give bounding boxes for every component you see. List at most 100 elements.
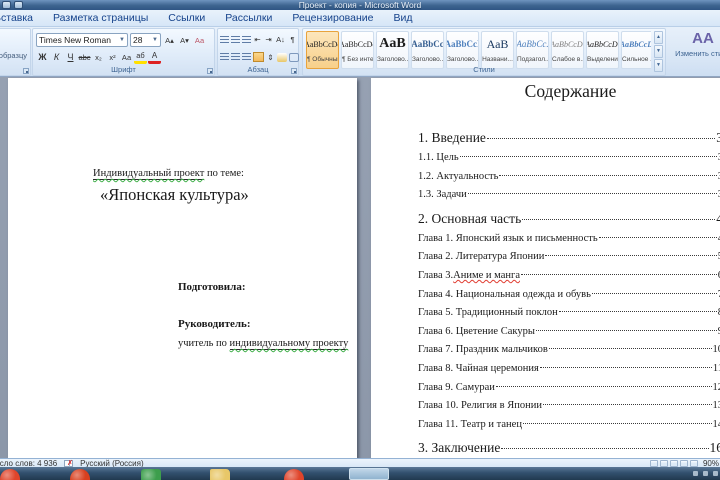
toc-page-number: 12 [712,381,720,393]
sort-icon[interactable]: А↓ [275,35,286,44]
style-item-2[interactable]: AaB Заголово... [376,31,409,69]
align-right-icon[interactable] [242,53,251,61]
view-web-layout-button[interactable] [669,460,678,467]
align-center-icon[interactable] [231,53,240,61]
zoom-level[interactable]: 90% [703,459,719,467]
style-preview: AaBbCc. [516,39,549,49]
style-item-4[interactable]: AaBbCcI Заголово... [446,31,479,69]
proofing-errors-icon[interactable] [64,459,74,467]
view-outline-button[interactable] [679,460,688,467]
tray-icon[interactable] [693,471,698,476]
style-item-1[interactable]: AaBbCcDc ¶ Без инте... [341,31,374,69]
ribbon-tab-0[interactable]: Вставка [0,10,43,27]
word-count[interactable]: Число слов: 4 936 [0,459,57,467]
toc-entry-10[interactable]: Глава 6. Цветение Сакуры9 [418,323,720,342]
style-item-8[interactable]: AaBbCcDi Выделение [586,31,619,69]
shading-icon[interactable] [277,52,287,62]
clear-formatting-button[interactable]: Аа [193,33,206,47]
multilevel-list-icon[interactable] [242,35,251,44]
toc-entry-3[interactable]: 1.3. Задачи3 [418,186,720,205]
font-color-button[interactable]: А [148,50,161,64]
gallery-down-icon[interactable]: ▼ [654,45,663,58]
style-item-5[interactable]: АаВ Названи... [481,31,514,69]
style-item-7[interactable]: AaBbCcDi Слабое в... [551,31,584,69]
dot-leader [522,218,716,220]
toc-entry-0[interactable]: 1. Введение 3 [418,127,720,149]
taskbar-app-red-2-icon[interactable] [70,469,90,480]
ribbon-tab-5[interactable]: Вид [383,10,422,27]
ribbon-tab-4[interactable]: Рецензирование [282,10,383,27]
style-item-6[interactable]: AaBbCc. Подзагол... [516,31,549,69]
toc-entry-11[interactable]: Глава 7. Праздник мальчиков 10 [418,341,720,360]
change-case-button[interactable]: Аа [120,50,133,64]
status-bar: Число слов: 4 936 Русский (Россия) 90% [0,458,720,467]
format-painter-button[interactable]: по образцу [0,51,27,60]
align-left-icon[interactable] [220,53,229,61]
toc-entry-16[interactable]: 3. Заключение 16 [418,437,720,459]
bullets-icon[interactable] [220,35,229,44]
increase-indent-icon[interactable]: ⇥ [264,35,273,44]
document-area[interactable]: Индивидуальный проект по теме: «Японская… [0,77,720,458]
paragraph-dialog-launcher-icon[interactable] [291,68,297,74]
grow-font-button[interactable]: А▴ [163,33,176,47]
toc-entry-9[interactable]: Глава 5. Традиционный поклон8 [418,304,720,323]
page-title-page[interactable]: Индивидуальный проект по теме: «Японская… [8,78,357,458]
gallery-up-icon[interactable]: ▲ [654,31,663,44]
ribbon-tab-2[interactable]: Ссылки [158,10,215,27]
toc-entry-1[interactable]: 1.1. Цель3 [418,149,720,168]
superscript-button[interactable]: x² [106,50,119,64]
subject-line: Индивидуальный проект по теме: [93,168,244,180]
toc-entry-7[interactable]: Глава 3. Аниме и манга6 [418,267,720,286]
bold-button[interactable]: Ж [36,50,49,64]
pilcrow-icon[interactable]: ¶ [288,35,297,44]
ribbon-tab-3[interactable]: Рассылки [215,10,282,27]
font-dialog-launcher-icon[interactable] [207,68,213,74]
style-item-0[interactable]: AaBbCcDc ¶ Обычный [306,31,339,69]
taskbar-active-window-button[interactable] [349,468,389,480]
taskbar-app-red-3-icon[interactable] [284,469,304,480]
font-size-combobox[interactable]: 28 ▼ [130,33,161,47]
tray-icon[interactable] [703,471,708,476]
style-item-9[interactable]: AaBbCcDi Сильное ... [621,31,651,69]
page-contents[interactable]: Содержание 1. Введение31.1. Цель31.2. Ак… [371,78,720,458]
style-name: Выделение [587,56,619,63]
taskbar-folder-icon[interactable] [210,469,230,480]
underline-button[interactable]: Ч [64,50,77,64]
subscript-button[interactable]: x₂ [92,50,105,64]
change-styles-button[interactable]: АА Изменить стили [668,28,720,76]
subject-rest-text: по теме: [204,168,244,179]
decrease-indent-icon[interactable]: ⇤ [253,35,262,44]
window-titlebar: Проект - копия - Microsoft Word [0,0,720,10]
toc-page-number: 16 [709,440,720,456]
language-indicator[interactable]: Русский (Россия) [80,459,143,467]
toc-entry-6[interactable]: Глава 2. Литература Японии5 [418,248,720,267]
dot-leader [591,292,717,294]
taskbar-app-green-icon[interactable] [141,469,161,480]
view-fullscreen-button[interactable] [659,460,668,467]
toc-entry-15[interactable]: Глава 11. Театр и танец 14 [418,416,720,435]
ribbon-tab-1[interactable]: Разметка страницы [43,10,158,27]
toc-entry-14[interactable]: Глава 10. Религия в Японии 13 [418,397,720,416]
toc-entry-2[interactable]: 1.2. Актуальность3 [418,168,720,187]
view-draft-button[interactable] [689,460,698,467]
italic-button[interactable]: К [50,50,63,64]
justify-icon[interactable] [253,52,264,62]
toc-entry-12[interactable]: Глава 8. Чайная церемония 11 [418,360,720,379]
view-print-layout-button[interactable] [649,460,658,467]
font-name-combobox[interactable]: Times New Roman ▼ [36,33,128,47]
toc-entry-4[interactable]: 2. Основная часть 4 [418,208,720,230]
strikethrough-button[interactable]: abc [78,50,91,64]
shrink-font-button[interactable]: А▾ [178,33,191,47]
toc-entry-13[interactable]: Глава 9. Самураи 12 [418,379,720,398]
style-preview: AaBbCcI [446,39,479,49]
text-highlight-button[interactable]: аб [134,50,147,64]
style-item-3[interactable]: AaBbCc Заголово... [411,31,444,69]
tray-icon[interactable] [713,471,718,476]
borders-icon[interactable] [289,52,299,62]
clipboard-dialog-launcher-icon[interactable] [23,68,29,74]
toc-entry-5[interactable]: Глава 1. Японский язык и письменность4 [418,230,720,249]
toc-entry-8[interactable]: Глава 4. Национальная одежда и обувь7 [418,286,720,305]
taskbar-app-red-1-icon[interactable] [0,469,20,480]
line-spacing-icon[interactable]: ⇕ [266,53,275,62]
numbering-icon[interactable] [231,35,240,44]
